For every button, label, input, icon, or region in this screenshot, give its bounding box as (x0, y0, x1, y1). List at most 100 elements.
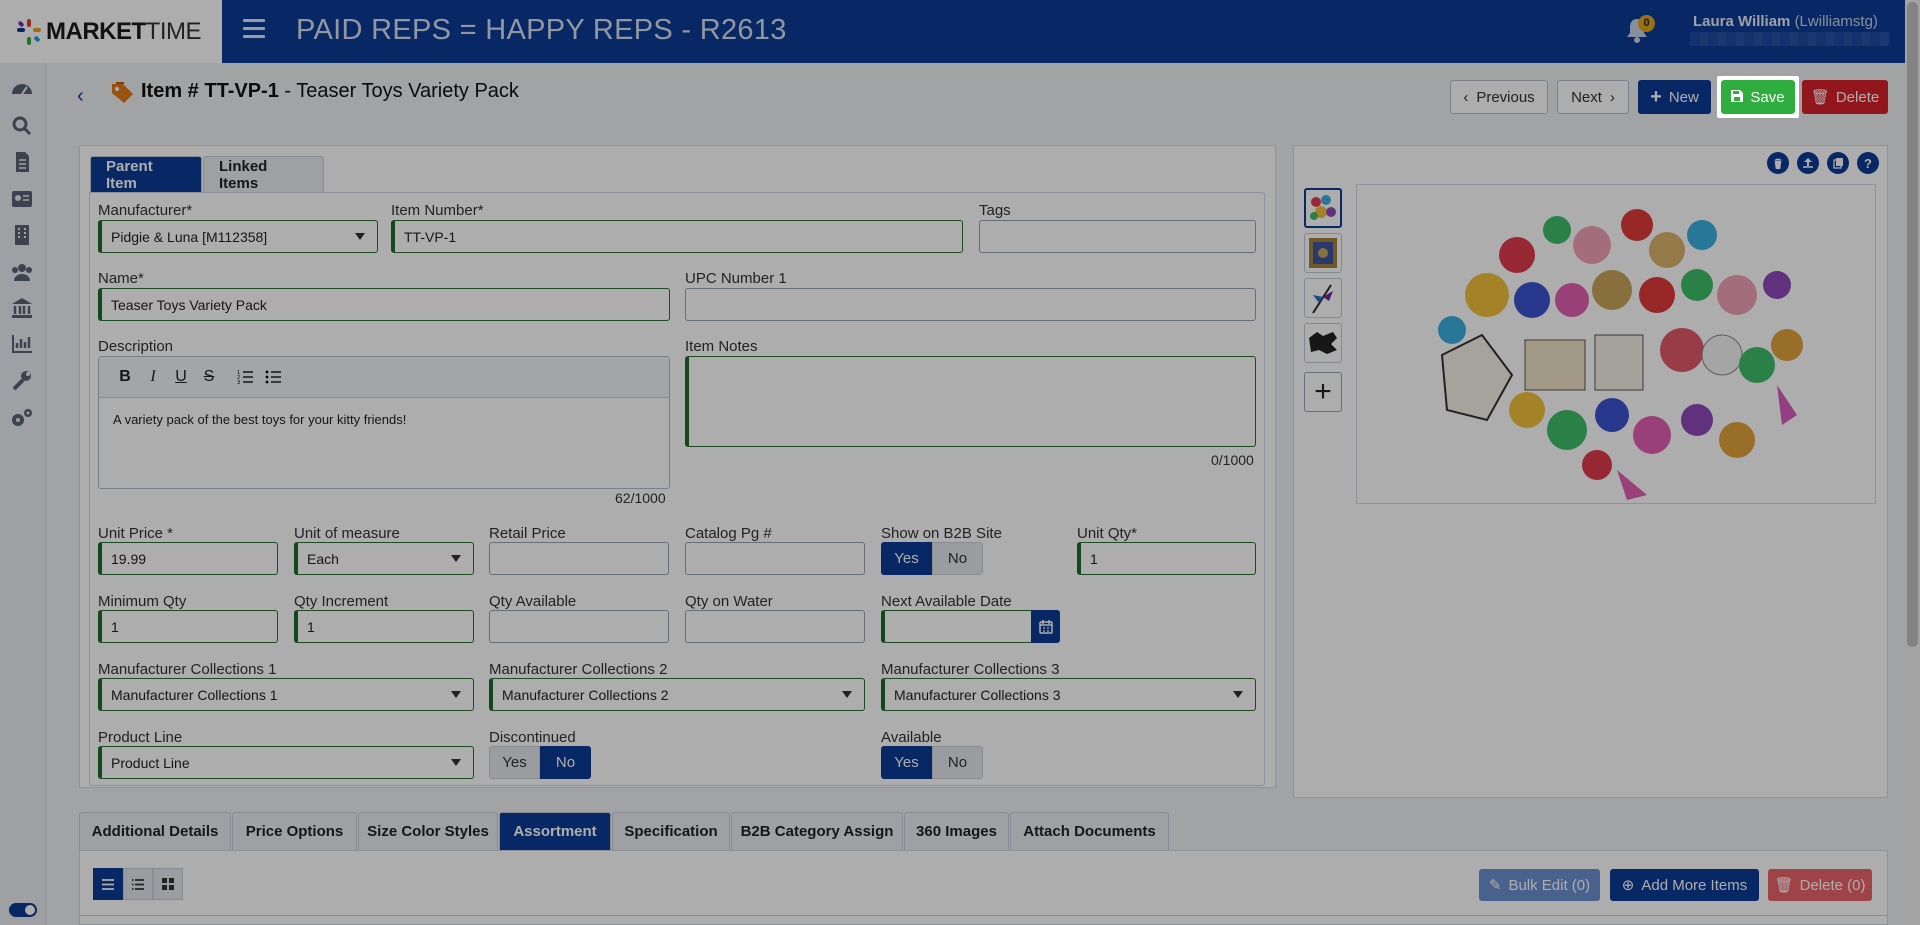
image-thumbnail-3[interactable] (1304, 278, 1342, 318)
description-editor[interactable]: B I U S 123 A variety pack of the best t… (98, 356, 670, 489)
grid-view-icon[interactable] (153, 868, 183, 900)
unit-qty-input[interactable]: 1 (1077, 542, 1256, 575)
next-available-date-input[interactable] (881, 610, 1033, 643)
previous-button[interactable]: ‹ Previous (1450, 80, 1548, 114)
unit-of-measure-select[interactable]: Each (294, 542, 474, 575)
sidebar-toggle[interactable] (9, 903, 37, 917)
tab-specification[interactable]: Specification (612, 812, 730, 850)
back-chevron-icon[interactable]: ‹ (77, 85, 91, 107)
image-thumbnail-4[interactable] (1304, 323, 1342, 363)
bold-icon[interactable]: B (111, 365, 139, 389)
qty-available-label: Qty Available (489, 593, 577, 610)
dashboard-icon[interactable] (10, 78, 34, 100)
reports-chart-icon[interactable] (10, 333, 34, 355)
b2b-yes-option[interactable]: Yes (881, 542, 932, 575)
italic-icon[interactable]: I (139, 365, 167, 389)
qty-on-water-label: Qty on Water (685, 593, 773, 610)
tab-attach-documents[interactable]: Attach Documents (1010, 812, 1169, 850)
tab-price-options[interactable]: Price Options (232, 812, 357, 850)
delete-image-icon[interactable] (1767, 152, 1789, 174)
settings-gears-icon[interactable] (10, 407, 34, 429)
list-view-icon[interactable] (93, 868, 123, 900)
chevron-left-icon: ‹ (1463, 88, 1469, 106)
upload-image-icon[interactable] (1797, 152, 1819, 174)
pencil-icon: ✎ (1488, 877, 1502, 894)
bulk-edit-button[interactable]: ✎ Bulk Edit (0) (1479, 869, 1600, 901)
tab-additional-details[interactable]: Additional Details (79, 812, 231, 850)
upc-input[interactable] (685, 288, 1256, 321)
delete-items-button[interactable]: 🗑 Delete (0) (1768, 869, 1872, 901)
product-line-select[interactable]: Product Line (98, 746, 474, 779)
manufacturer-label: Manufacturer* (98, 202, 193, 219)
contact-card-icon[interactable] (10, 188, 34, 210)
add-more-items-button[interactable]: ⊕ Add More Items (1610, 869, 1759, 901)
help-icon[interactable]: ? (1857, 152, 1879, 174)
caret-down-icon (451, 555, 461, 562)
qty-increment-label: Qty Increment (294, 593, 389, 610)
page-scrollbar-thumb[interactable] (1907, 2, 1918, 647)
wrench-icon[interactable] (10, 370, 34, 392)
tab-linked-items[interactable]: Linked Items (203, 156, 324, 192)
user-menu[interactable]: Laura William (Lwilliamstg) (1693, 13, 1878, 30)
bank-icon[interactable] (10, 297, 34, 319)
users-icon[interactable] (10, 261, 34, 283)
discontinued-no-option[interactable]: No (540, 746, 591, 779)
delete-button[interactable]: 🗑 Delete (1802, 80, 1888, 114)
tab-360-images[interactable]: 360 Images (904, 812, 1009, 850)
hamburger-menu-icon[interactable] (243, 19, 265, 39)
available-no-option[interactable]: No (932, 746, 983, 779)
notification-count-badge: 0 (1638, 15, 1655, 32)
tab-assortment[interactable]: Assortment (499, 812, 611, 850)
tags-input[interactable] (979, 220, 1256, 253)
manufacturer-select[interactable]: Pidgie & Luna [M112358] (98, 220, 378, 253)
new-button[interactable]: + New (1638, 80, 1711, 114)
item-notes-counter: 0/1000 (1211, 452, 1254, 468)
image-thumbnail-2[interactable] (1304, 233, 1342, 273)
save-button[interactable]: Save (1717, 76, 1799, 118)
strikethrough-icon[interactable]: S (195, 365, 223, 389)
building-icon[interactable] (10, 224, 34, 246)
search-icon[interactable] (10, 115, 34, 137)
copy-image-icon[interactable] (1827, 152, 1849, 174)
item-notes-label: Item Notes (685, 338, 758, 355)
available-yes-option[interactable]: Yes (881, 746, 932, 779)
discontinued-toggle[interactable]: Yes No (489, 746, 591, 779)
detail-list-view-icon[interactable] (123, 868, 153, 900)
show-on-b2b-label: Show on B2B Site (881, 525, 1002, 542)
qty-available-input[interactable] (489, 610, 669, 643)
show-on-b2b-toggle[interactable]: Yes No (881, 542, 983, 575)
unit-price-input[interactable]: 19.99 (98, 542, 278, 575)
bullet-list-icon[interactable] (259, 365, 287, 389)
mfr-collections-2-label: Manufacturer Collections 2 (489, 661, 668, 678)
unit-of-measure-label: Unit of measure (294, 525, 400, 542)
add-image-button[interactable]: + (1304, 372, 1342, 412)
mfr-collections-3-select[interactable]: Manufacturer Collections 3 (881, 678, 1256, 711)
ordered-list-icon[interactable]: 123 (231, 365, 259, 389)
retail-price-input[interactable] (489, 542, 669, 575)
image-thumbnail-1[interactable] (1304, 188, 1342, 228)
qty-on-water-input[interactable] (685, 610, 865, 643)
next-button[interactable]: Next › (1557, 80, 1629, 114)
mfr-collections-1-select[interactable]: Manufacturer Collections 1 (98, 678, 474, 711)
catalog-page-input[interactable] (685, 542, 865, 575)
available-toggle[interactable]: Yes No (881, 746, 983, 779)
tab-parent-item[interactable]: Parent Item (90, 156, 202, 192)
qty-increment-input[interactable]: 1 (294, 610, 474, 643)
description-text[interactable]: A variety pack of the best toys for your… (99, 398, 669, 441)
underline-icon[interactable]: U (167, 365, 195, 389)
item-number-input[interactable]: TT-VP-1 (391, 220, 963, 253)
user-company-blurred (1690, 32, 1890, 46)
plus-icon: + (1650, 85, 1662, 108)
name-label: Name* (98, 270, 144, 287)
b2b-no-option[interactable]: No (932, 542, 983, 575)
tab-size-color-styles[interactable]: Size Color Styles (358, 812, 498, 850)
mfr-collections-2-select[interactable]: Manufacturer Collections 2 (489, 678, 865, 711)
name-input[interactable]: Teaser Toys Variety Pack (98, 288, 670, 321)
document-icon[interactable] (10, 151, 34, 173)
discontinued-yes-option[interactable]: Yes (489, 746, 540, 779)
item-notes-textarea[interactable] (685, 356, 1256, 447)
marketime-logo[interactable]: MARKETTIME (0, 0, 222, 63)
calendar-icon[interactable] (1031, 610, 1060, 643)
minimum-qty-input[interactable]: 1 (98, 610, 278, 643)
tab-b2b-category-assign[interactable]: B2B Category Assign (731, 812, 903, 850)
